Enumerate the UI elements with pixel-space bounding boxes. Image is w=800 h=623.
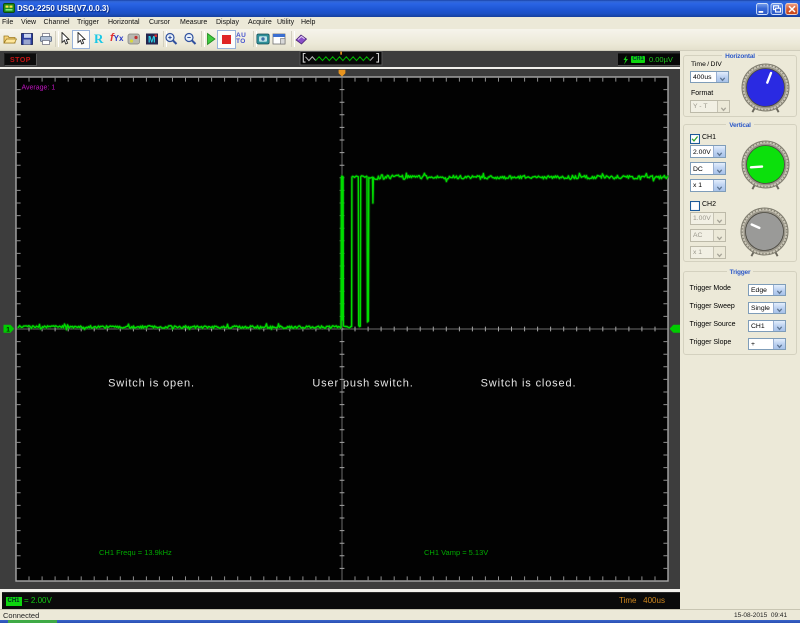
svg-text:CH1 Vamp = 5.13V: CH1 Vamp = 5.13V (424, 548, 488, 557)
svg-text:Average: 1: Average: 1 (22, 85, 56, 92)
svg-text:User push switch.: User push switch. (312, 378, 413, 390)
svg-text:1: 1 (6, 326, 10, 333)
svg-text:Switch is open.: Switch is open. (108, 378, 195, 390)
svg-text:CH1 Frequ = 13.9kHz: CH1 Frequ = 13.9kHz (99, 548, 172, 557)
svg-text:Switch is closed.: Switch is closed. (481, 378, 577, 390)
